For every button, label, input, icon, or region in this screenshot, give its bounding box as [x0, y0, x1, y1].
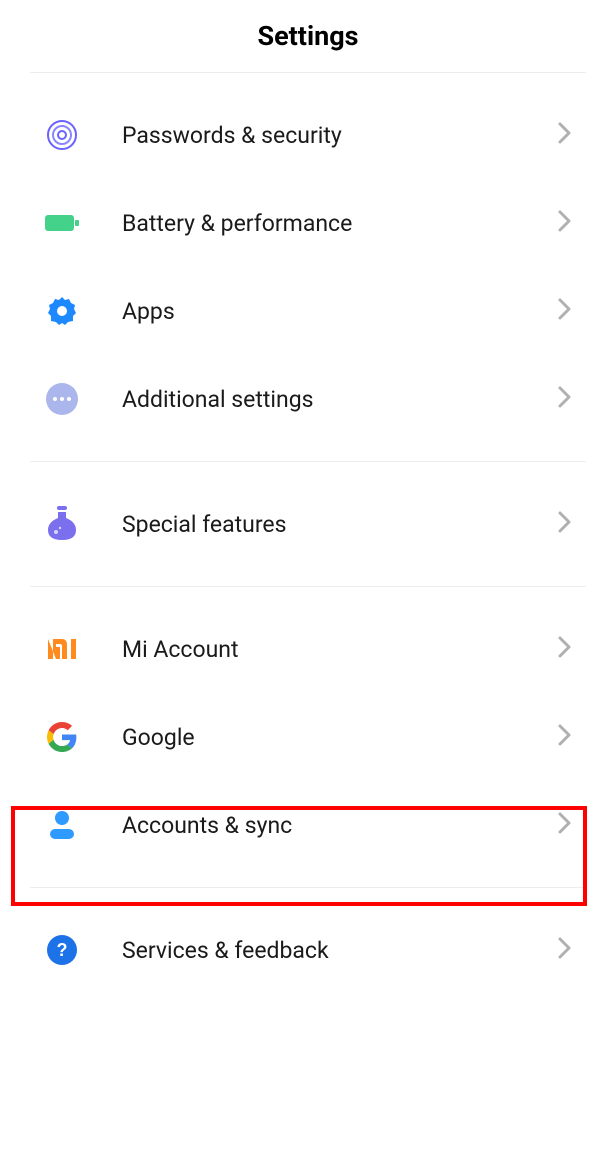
settings-item-accounts-sync[interactable]: Accounts & sync: [0, 781, 616, 869]
settings-item-label: Special features: [80, 511, 558, 538]
svg-text:?: ?: [57, 940, 68, 960]
settings-item-apps[interactable]: Apps: [0, 267, 616, 355]
settings-item-label: Passwords & security: [80, 122, 558, 149]
chevron-right-icon: [558, 210, 572, 236]
user-icon: [44, 807, 80, 843]
settings-item-google[interactable]: Google: [0, 693, 616, 781]
settings-group: ? Services & feedback: [0, 888, 616, 1012]
settings-group: Special features: [0, 462, 616, 586]
google-icon: [44, 719, 80, 755]
settings-item-passwords-security[interactable]: Passwords & security: [0, 91, 616, 179]
mi-icon: [44, 631, 80, 667]
settings-item-label: Accounts & sync: [80, 812, 558, 839]
chevron-right-icon: [558, 122, 572, 148]
settings-group: Passwords & security Battery & performan…: [0, 73, 616, 461]
settings-group: Mi Account Google Accounts & sync: [0, 587, 616, 887]
battery-icon: [44, 205, 80, 241]
settings-item-label: Additional settings: [80, 386, 558, 413]
settings-item-mi-account[interactable]: Mi Account: [0, 605, 616, 693]
settings-item-services-feedback[interactable]: ? Services & feedback: [0, 906, 616, 994]
chevron-right-icon: [558, 511, 572, 537]
settings-item-additional-settings[interactable]: Additional settings: [0, 355, 616, 443]
help-icon: ?: [44, 932, 80, 968]
header: Settings: [0, 0, 616, 72]
fingerprint-icon: [44, 117, 80, 153]
chevron-right-icon: [558, 724, 572, 750]
settings-item-label: Apps: [80, 298, 558, 325]
settings-item-label: Battery & performance: [80, 210, 558, 237]
settings-item-battery-performance[interactable]: Battery & performance: [0, 179, 616, 267]
settings-item-label: Google: [80, 724, 558, 751]
dots-icon: [44, 381, 80, 417]
settings-item-label: Services & feedback: [80, 937, 558, 964]
flask-icon: [44, 506, 80, 542]
chevron-right-icon: [558, 298, 572, 324]
gear-icon: [44, 293, 80, 329]
chevron-right-icon: [558, 636, 572, 662]
settings-item-label: Mi Account: [80, 636, 558, 663]
settings-item-special-features[interactable]: Special features: [0, 480, 616, 568]
page-title: Settings: [0, 20, 616, 52]
chevron-right-icon: [558, 937, 572, 963]
chevron-right-icon: [558, 812, 572, 838]
chevron-right-icon: [558, 386, 572, 412]
